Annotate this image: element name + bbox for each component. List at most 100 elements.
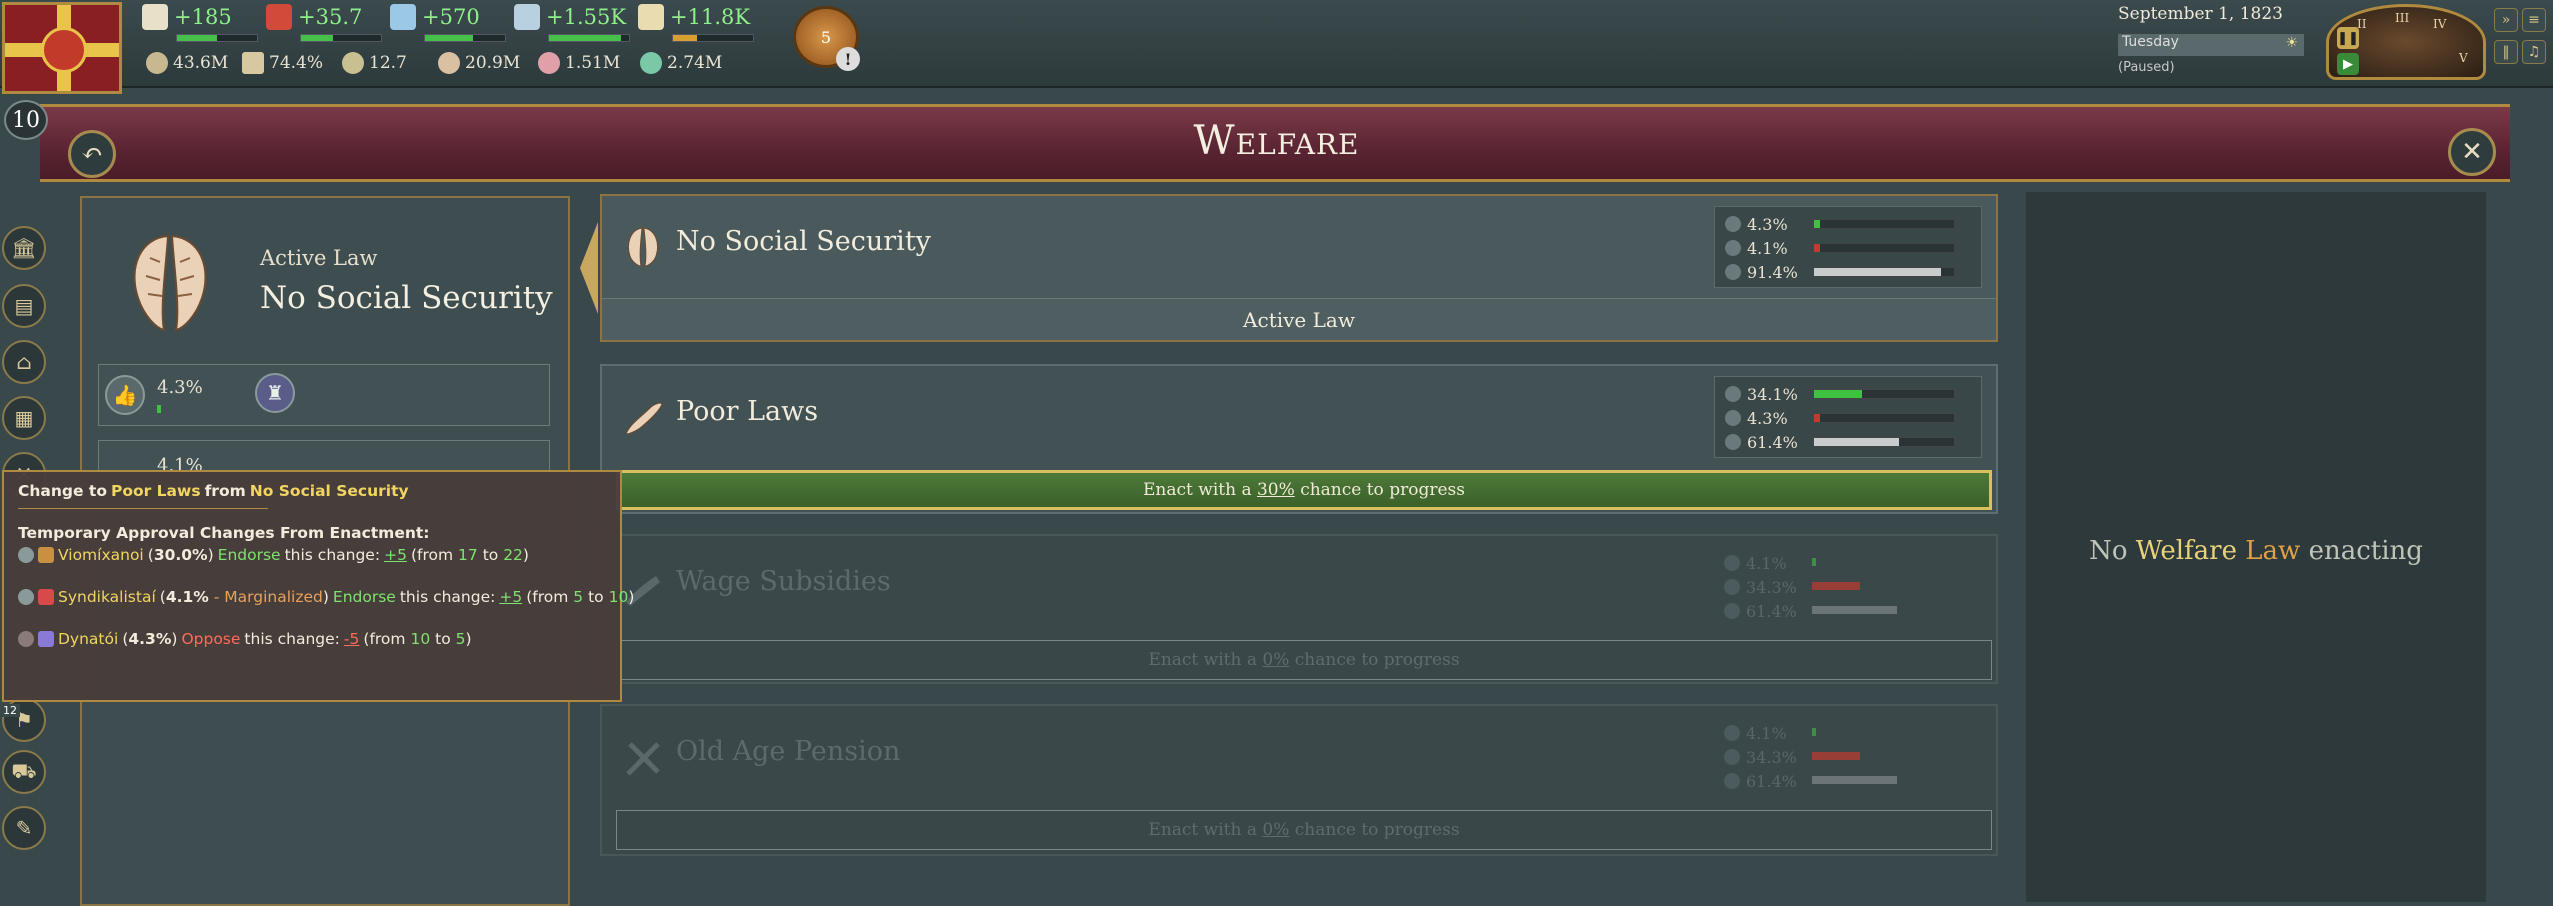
bureaucracy-stat[interactable]: +185 [142,4,258,42]
thumbs-up-icon [18,547,34,563]
literacy-stat[interactable]: 74.4% [242,52,323,74]
neutral-row: 61.4% [1725,431,1955,453]
current-date: September 1, 1823 [2118,4,2283,24]
loyalty-icon [640,52,662,74]
speed-up-icon[interactable]: » [2494,8,2518,32]
country-flag[interactable] [2,2,122,94]
sol-stat[interactable]: 12.7 [342,52,407,74]
law-name: Poor Laws [676,396,819,427]
industrialists-icon [38,547,54,563]
enact-button[interactable]: Enact with a 30% chance to progress [616,470,1992,510]
thumbs-up-icon [1724,555,1740,571]
active-law-caption: Active Law [260,246,378,270]
law-card-old-age-pension[interactable]: Old Age Pension 4.1% 34.3% 61.4% Enact w… [600,704,1998,856]
budget-icon[interactable]: ▤ [2,284,46,328]
law-approvals: 34.1% 4.3% 61.4% [1714,376,1982,458]
army-stat[interactable]: 1.51M [538,52,620,74]
law-card-no-social-security[interactable]: No Social Security 4.3% 4.1% 91.4% Activ… [600,194,1998,342]
buildings-icon[interactable]: ⌂ [2,340,46,384]
no-social-security-icon [133,234,207,332]
approve-row: 34.1% [1725,383,1955,405]
authority-icon [390,4,416,30]
market-icon [514,4,540,30]
close-icon: ✕ [2461,137,2483,167]
neutral-row: 61.4% [1724,770,1898,792]
law-name: Wage Subsidies [676,566,891,597]
journal-icon[interactable]: ✎ [2,806,46,850]
market-nav-icon[interactable]: ▦ [2,396,46,440]
approve-row: 4.1% [1724,722,1816,744]
influence-icon [266,4,292,30]
disapprove-row: 4.3% [1725,407,1955,429]
treasury-icon [638,4,664,30]
page-title: Welfare [1193,118,1360,164]
back-arrow-icon: ↶ [81,139,103,169]
market-stat[interactable]: +1.55K [514,4,630,42]
sun-icon: ☀ [2285,35,2298,51]
day-progress: Tuesday ☀ [2118,34,2304,56]
game-speed-clock[interactable]: II III IV V I ❚❚ ▶ [2326,4,2486,80]
government-icon[interactable]: 🏛 [2,226,46,270]
trade-unions-icon [38,589,54,605]
neutral-icon [1724,603,1740,619]
gdp-stat[interactable]: 43.6M [146,52,228,74]
menu-icon[interactable]: ≡ [2522,8,2546,32]
selection-arrow-icon [580,222,598,314]
bureaucracy-icon [142,4,168,30]
gdp-icon [146,52,168,74]
thumbs-up-icon [1725,216,1741,232]
resource-stats: +185 +35.7 +570 +1.55K +11.8K [142,4,762,44]
disapprove-row: 34.3% [1724,576,1860,598]
old-age-pension-icon [626,742,660,776]
army-icon [538,52,560,74]
trade-icon[interactable]: ⛟ [2,750,46,794]
neutral-icon [1724,773,1740,789]
sol-icon [342,52,364,74]
tooltip-divider [18,508,268,509]
law-name: No Social Security [676,226,931,257]
warning-icon: ! [836,47,860,71]
pause-icon[interactable]: ❚❚ [2337,27,2359,49]
enact-button[interactable]: Enact with a 0% chance to progress [616,640,1992,680]
rank-badge[interactable]: 10 [4,100,48,140]
disapprove-row: 34.3% [1724,746,1860,768]
active-law-label: Active Law [602,298,1996,340]
secondary-stats: 43.6M 74.4% 12.7 20.9M 1.51M 2.74M [146,52,766,78]
law-card-wage-subsidies[interactable]: Wage Subsidies 4.1% 34.3% 61.4% Enact wi… [600,534,1998,684]
disapprove-row: 4.1% [1725,237,1955,259]
thumbs-down-icon [1725,240,1741,256]
tooltip-row: Viomíxanoi (30.0%) Endorse this change: … [18,546,529,564]
neutral-row: 91.4% [1725,261,1955,283]
law-card-poor-laws[interactable]: Poor Laws 34.1% 4.3% 61.4% Enact with a … [600,364,1998,514]
landowners-icon [38,631,54,647]
thumbs-up-icon: 👍 [105,375,145,415]
neutral-icon [1725,434,1741,450]
thumbs-up-icon [18,589,34,605]
tooltip-row: Dynatói (4.3%) Oppose this change: -5 (f… [18,630,472,648]
poor-laws-icon [625,402,663,435]
treasury-stat[interactable]: +11.8K [638,4,754,42]
approve-row: 4.3% [1725,213,1955,235]
tooltip-row: Syndikalistaí (4.1% - Marginalized) Endo… [18,588,634,606]
pause-status: (Paused) [2118,60,2175,75]
play-icon[interactable]: ▶ [2337,53,2359,75]
approval-box[interactable]: 👍 4.3% ♜ [98,364,550,426]
population-stat[interactable]: 20.9M [438,52,520,74]
loyalty-stat[interactable]: 2.74M [640,52,722,74]
law-name: Old Age Pension [676,736,901,767]
influence-stat[interactable]: +35.7 [266,4,382,42]
enact-tooltip: Change to Poor Laws from No Social Secur… [2,470,634,702]
thumbs-up-icon [1724,725,1740,741]
speed-pause-icon[interactable]: ‖ [2494,40,2518,64]
authority-stat[interactable]: +570 [390,4,506,42]
thumbs-down-icon [1724,579,1740,595]
back-button[interactable]: ↶ [68,130,116,178]
enact-button[interactable]: Enact with a 0% chance to progress [616,810,1992,850]
music-icon[interactable]: ♫ [2522,40,2546,64]
eagle-icon [41,27,87,73]
thumbs-down-icon [18,631,34,647]
approve-mini-bar [157,405,161,413]
alerts-button[interactable]: 5 ! [793,6,860,71]
close-button[interactable]: ✕ [2448,128,2496,176]
group-count-badge: 12 [0,704,20,717]
